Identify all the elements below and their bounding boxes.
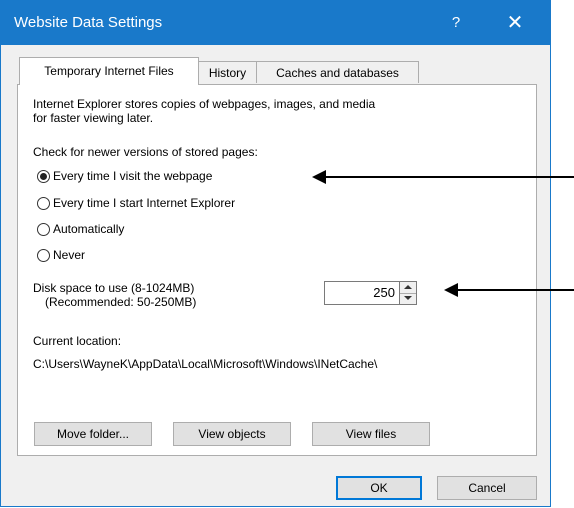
help-button[interactable]: ? bbox=[441, 9, 471, 37]
radio-label: Every time I start Internet Explorer bbox=[53, 196, 236, 210]
tab-history[interactable]: History bbox=[198, 61, 257, 83]
radio-label: Automatically bbox=[53, 222, 125, 236]
close-icon[interactable]: ✕ bbox=[497, 9, 533, 37]
website-data-settings-dialog: Website Data Settings ? ✕ Temporary Inte… bbox=[0, 0, 551, 507]
tab-temporary-internet-files[interactable]: Temporary Internet Files bbox=[19, 57, 199, 85]
view-objects-button[interactable]: View objects bbox=[173, 422, 291, 446]
cancel-button[interactable]: Cancel bbox=[437, 476, 537, 500]
radio-button[interactable] bbox=[37, 248, 50, 262]
annotation-arrow-line-2 bbox=[456, 289, 574, 291]
spin-down-icon[interactable] bbox=[400, 293, 416, 304]
radio-automatically[interactable]: Automatically bbox=[37, 220, 124, 238]
disk-space-input[interactable]: 250 bbox=[324, 281, 400, 305]
move-folder-button[interactable]: Move folder... bbox=[34, 422, 152, 446]
radio-button[interactable] bbox=[37, 222, 50, 236]
annotation-arrow-line bbox=[324, 176, 574, 178]
radio-button-checked[interactable] bbox=[37, 169, 50, 183]
radio-button[interactable] bbox=[37, 196, 50, 210]
disk-space-stepper[interactable] bbox=[400, 281, 417, 305]
radio-every-visit[interactable]: Every time I visit the webpage bbox=[37, 167, 212, 185]
dialog-title: Website Data Settings bbox=[14, 14, 163, 31]
radio-label: Every time I visit the webpage bbox=[53, 169, 213, 183]
ok-button[interactable]: OK bbox=[336, 476, 422, 500]
radio-never[interactable]: Never bbox=[37, 246, 85, 264]
tab-panel bbox=[17, 84, 537, 456]
radio-every-start[interactable]: Every time I start Internet Explorer bbox=[37, 194, 235, 212]
tab-caches-and-databases[interactable]: Caches and databases bbox=[256, 61, 419, 83]
view-files-button[interactable]: View files bbox=[312, 422, 430, 446]
title-bar[interactable]: Website Data Settings ? ✕ bbox=[1, 1, 550, 45]
radio-label: Never bbox=[53, 248, 86, 262]
